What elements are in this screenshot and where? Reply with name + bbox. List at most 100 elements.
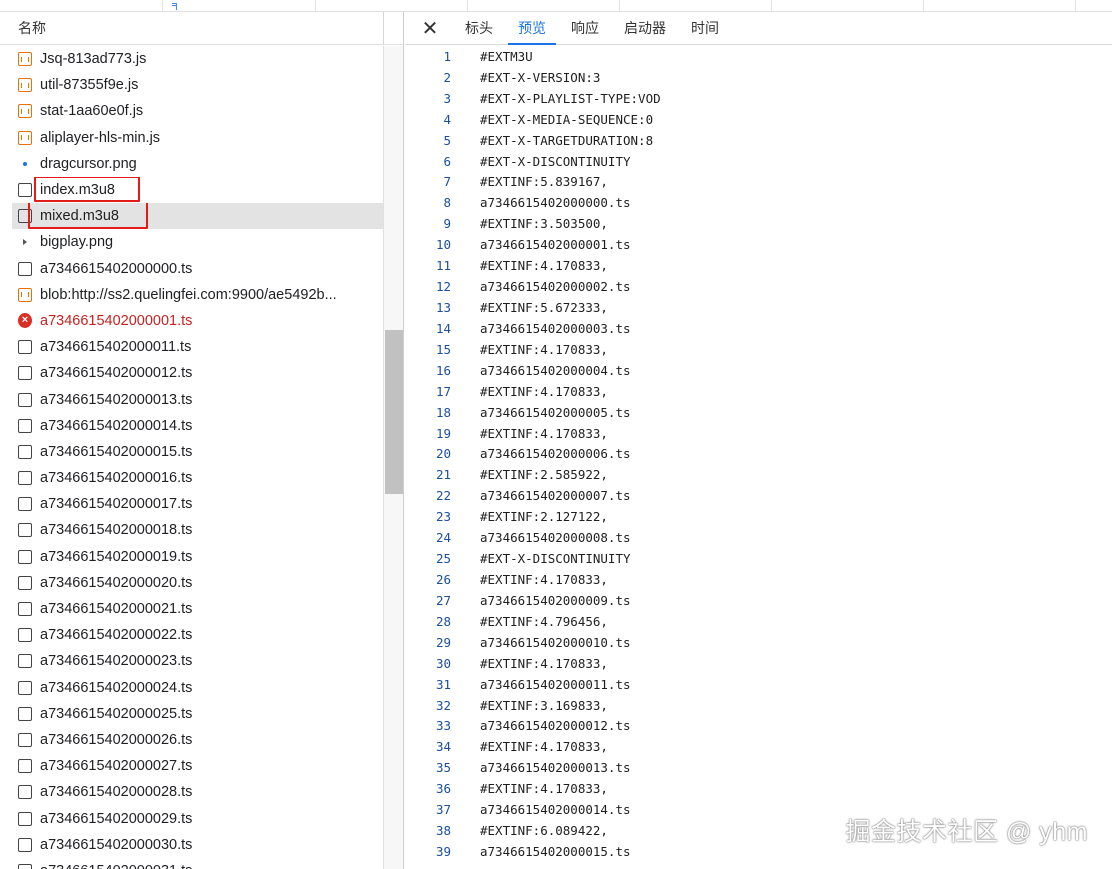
line-text: a7346615402000004.ts (480, 362, 631, 378)
request-row[interactable]: a7346615402000013.ts (12, 386, 383, 412)
line-text: #EXTINF:4.170833, (480, 781, 608, 797)
request-row[interactable]: a7346615402000011.ts (12, 334, 383, 360)
line-number: 13 (435, 300, 451, 316)
close-icon[interactable]: ✕ (405, 12, 455, 44)
document-icon (18, 811, 32, 826)
request-row[interactable]: a7346615402000019.ts (12, 544, 383, 570)
tab-4[interactable]: 时间 (681, 12, 729, 44)
line-number: 16 (435, 362, 451, 378)
request-row[interactable]: × a7346615402000001.ts (12, 308, 383, 334)
request-row[interactable]: a7346615402000027.ts (12, 753, 383, 779)
code-line: 27 a7346615402000009.ts (405, 590, 1112, 611)
document-icon (18, 471, 32, 486)
document-icon (18, 340, 32, 355)
line-text: a7346615402000011.ts (480, 676, 631, 692)
top-strip-column (620, 0, 772, 12)
tab-0[interactable]: 标头 (455, 12, 503, 44)
line-number: 3 (443, 90, 451, 106)
line-text: a7346615402000002.ts (480, 279, 631, 295)
tab-1[interactable]: 预览 (508, 12, 556, 45)
code-line: 2 #EXT-X-VERSION:3 (405, 67, 1112, 88)
request-row[interactable]: mixed.m3u8 (12, 203, 383, 230)
request-name: a7346615402000022.ts (40, 627, 193, 644)
code-line: 35 a7346615402000013.ts (405, 757, 1112, 778)
line-text: #EXT-X-DISCONTINUITY (480, 551, 631, 567)
top-strip-column (316, 0, 468, 12)
column-divider[interactable] (383, 12, 384, 45)
code-line: 31 a7346615402000011.ts (405, 674, 1112, 695)
line-number: 35 (435, 760, 451, 776)
request-row[interactable]: a7346615402000024.ts (12, 675, 383, 701)
line-text: a7346615402000001.ts (480, 237, 631, 253)
request-row[interactable]: a7346615402000018.ts (12, 517, 383, 543)
js-file-icon (18, 130, 32, 145)
request-name: a7346615402000000.ts (40, 260, 193, 277)
js-file-icon (18, 52, 32, 67)
line-text: #EXTINF:4.170833, (480, 655, 608, 671)
request-row[interactable]: a7346615402000017.ts (12, 491, 383, 517)
request-row[interactable]: a7346615402000022.ts (12, 622, 383, 648)
code-line: 10 a7346615402000001.ts (405, 234, 1112, 255)
request-row[interactable]: util-87355f9e.js (12, 72, 383, 98)
tab-3[interactable]: 启动器 (614, 12, 676, 44)
request-row[interactable]: a7346615402000021.ts (12, 596, 383, 622)
request-name: util-87355f9e.js (40, 77, 139, 94)
request-row[interactable]: a7346615402000020.ts (12, 570, 383, 596)
code-line: 15 #EXTINF:4.170833, (405, 339, 1112, 360)
code-line: 13 #EXTINF:5.672333, (405, 297, 1112, 318)
document-icon (18, 444, 32, 459)
line-text: a7346615402000009.ts (480, 592, 631, 608)
request-name: a7346615402000015.ts (40, 443, 193, 460)
line-number: 5 (443, 132, 451, 148)
request-name: Jsq-813ad773.js (40, 51, 147, 68)
code-line: 29 a7346615402000010.ts (405, 632, 1112, 653)
name-column-header[interactable]: 名称 (0, 12, 403, 45)
request-name: a7346615402000029.ts (40, 810, 193, 827)
document-icon (18, 654, 32, 669)
line-text: #EXTINF:4.170833, (480, 341, 608, 357)
line-number: 24 (435, 530, 451, 546)
request-row[interactable]: aliplayer-hls-min.js (12, 125, 383, 151)
request-name: stat-1aa60e0f.js (40, 103, 144, 120)
document-icon (18, 837, 32, 852)
code-line: 1 #EXTM3U (405, 46, 1112, 67)
line-text: #EXTINF:4.170833, (480, 383, 608, 399)
line-text: #EXTINF:3.169833, (480, 697, 608, 713)
code-line: 12 a7346615402000002.ts (405, 276, 1112, 297)
tab-2[interactable]: 响应 (561, 12, 609, 44)
document-icon (18, 183, 32, 198)
request-row[interactable]: a7346615402000023.ts (12, 648, 383, 674)
request-row[interactable]: stat-1aa60e0f.js (12, 98, 383, 124)
code-line: 6 #EXT-X-DISCONTINUITY (405, 151, 1112, 172)
line-number: 6 (443, 153, 451, 169)
request-row[interactable]: a7346615402000000.ts (12, 256, 383, 282)
scrollbar-thumb[interactable] (385, 330, 403, 494)
line-number: 34 (435, 739, 451, 755)
request-name: a7346615402000030.ts (40, 836, 193, 853)
preview-content: 1 #EXTM3U 2 #EXT-X-VERSION:3 3 #EXT-X-PLAYLIS… (405, 46, 1112, 869)
request-row[interactable]: index.m3u8 (12, 176, 383, 203)
request-row[interactable]: a7346615402000028.ts (12, 779, 383, 805)
request-row[interactable]: blob:http://ss2.quelingfei.com:9900/ae54… (12, 282, 383, 308)
request-row[interactable]: a7346615402000014.ts (12, 413, 383, 439)
request-row[interactable]: dragcursor.png (12, 151, 383, 177)
request-row[interactable]: a7346615402000026.ts (12, 727, 383, 753)
request-row[interactable]: a7346615402000015.ts (12, 439, 383, 465)
request-row[interactable]: a7346615402000016.ts (12, 465, 383, 491)
code-line: 32 #EXTINF:3.169833, (405, 695, 1112, 716)
document-icon (18, 785, 32, 800)
line-text: a7346615402000005.ts (480, 404, 631, 420)
code-line: 30 #EXTINF:4.170833, (405, 653, 1112, 674)
detail-tab-bar: ✕ 标头 预览 响应 启动器 时间 (405, 12, 1112, 45)
request-row[interactable]: a7346615402000025.ts (12, 701, 383, 727)
document-icon (18, 732, 32, 747)
request-name: a7346615402000012.ts (40, 365, 193, 382)
request-row[interactable]: a7346615402000029.ts (12, 805, 383, 831)
request-row[interactable]: a7346615402000031.ts (12, 858, 383, 869)
request-row[interactable]: bigplay.png (12, 229, 383, 255)
request-name: a7346615402000023.ts (40, 653, 193, 670)
request-row[interactable]: a7346615402000012.ts (12, 360, 383, 386)
request-row[interactable]: a7346615402000030.ts (12, 832, 383, 858)
request-row[interactable]: Jsq-813ad773.js (12, 46, 383, 72)
request-name: a7346615402000014.ts (40, 417, 193, 434)
